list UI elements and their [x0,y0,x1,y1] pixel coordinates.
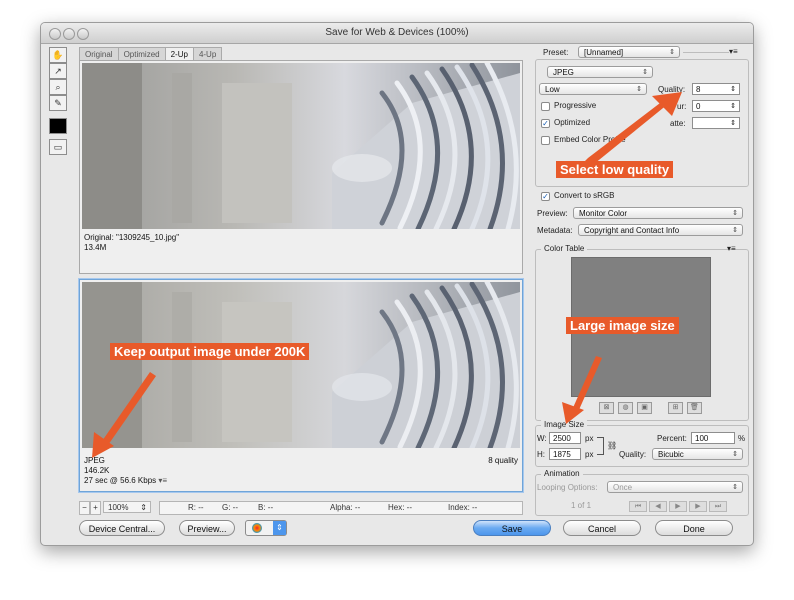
annotation-select-low-quality: Select low quality [556,161,674,178]
annotation-arrows [92,92,682,458]
annotation-large-image-size: Large image size [566,317,679,334]
annotation-keep-under-200k: Keep output image under 200K [110,343,310,360]
output-arrow [100,372,156,448]
size-arrow [572,356,602,412]
